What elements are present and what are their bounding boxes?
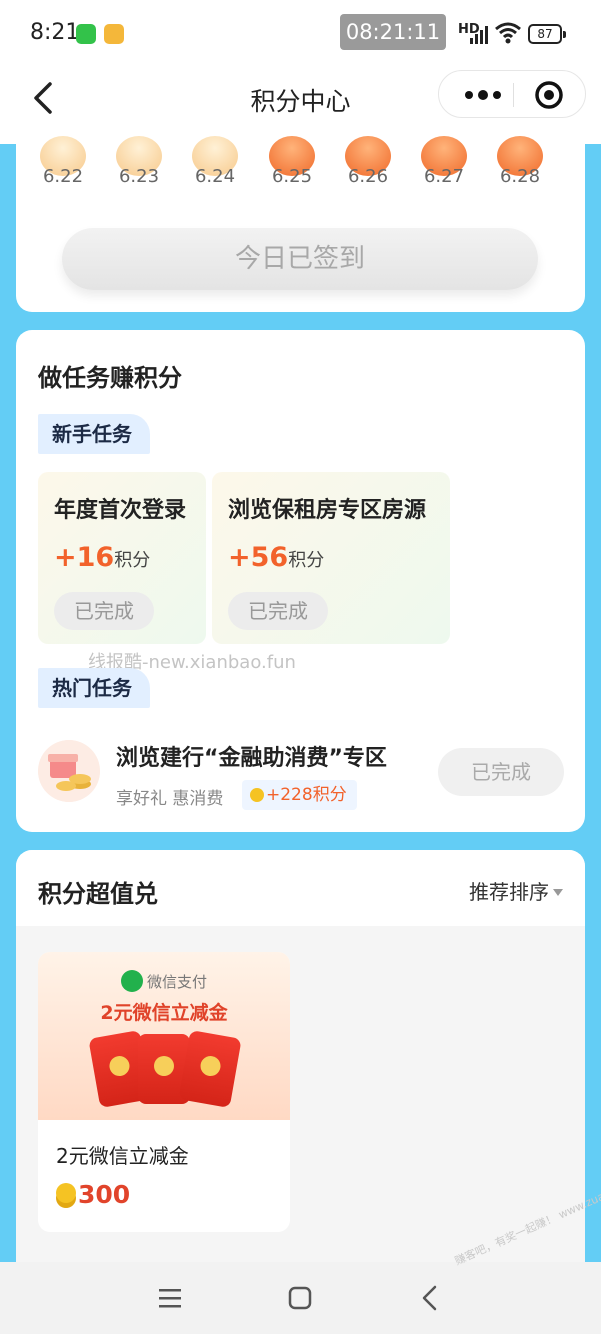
- product-card[interactable]: 微信支付 2元微信立减金 2元微信立减金 300: [38, 952, 290, 1232]
- signal-icon: [470, 26, 488, 44]
- task-points: +56积分: [228, 542, 324, 573]
- day-label: 6.26: [347, 166, 389, 187]
- battery-icon: 87: [528, 24, 566, 44]
- mini-program-capsule: [438, 70, 586, 118]
- task-status-button[interactable]: 已完成: [228, 592, 328, 630]
- gift-coins-icon: [38, 740, 100, 802]
- status-time: 8:21: [30, 20, 80, 45]
- signin-day: 6.28: [495, 136, 545, 187]
- back-triangle-icon[interactable]: [414, 1282, 446, 1314]
- price-value: 300: [78, 1180, 131, 1209]
- signin-button[interactable]: 今日已签到: [62, 228, 538, 290]
- exchange-card: 积分超值兑 推荐排序 微信支付 2元微信立减金 2元微信立减金 300: [16, 850, 585, 1262]
- points-value: +56: [228, 542, 289, 573]
- sort-dropdown[interactable]: 推荐排序: [469, 876, 563, 905]
- day-label: 6.24: [194, 166, 236, 187]
- task-card: 做任务赚积分 新手任务 年度首次登录 +16积分 已完成 浏览保租房专区房源 +…: [16, 330, 585, 832]
- sort-label: 推荐排序: [469, 880, 549, 904]
- signin-day: 6.23: [114, 136, 164, 187]
- coin-icon: [250, 788, 264, 802]
- wechat-pay-icon: [120, 970, 143, 992]
- target-close-icon[interactable]: [533, 79, 565, 111]
- wifi-icon: [495, 22, 521, 44]
- points-value: +16: [54, 542, 115, 573]
- product-name: 2元微信立减金: [56, 1144, 189, 1168]
- day-label: 6.28: [499, 166, 541, 187]
- status-clock: 08:21:11: [340, 14, 446, 50]
- caret-down-icon: [553, 889, 563, 896]
- menu-icon[interactable]: [154, 1282, 186, 1314]
- day-label: 6.25: [271, 166, 313, 187]
- task-tile-browse-housing[interactable]: 浏览保租房专区房源 +56积分 已完成: [212, 472, 450, 644]
- hot-task-subtitle: 享好礼 惠消费: [116, 789, 224, 809]
- points-unit: 积分: [288, 550, 325, 571]
- day-label: 6.27: [423, 166, 465, 187]
- hot-task-tag: 热门任务: [38, 668, 150, 708]
- task-tile-login[interactable]: 年度首次登录 +16积分 已完成: [38, 472, 206, 644]
- hot-task-status-button[interactable]: 已完成: [438, 748, 564, 796]
- day-label: 6.23: [118, 166, 160, 187]
- points-unit: 积分: [114, 550, 151, 571]
- hot-points-value: +228积分: [266, 785, 347, 805]
- product-image: 微信支付 2元微信立减金: [38, 952, 290, 1120]
- envelope-seal: [198, 1054, 223, 1078]
- task-title: 浏览保租房专区房源: [228, 498, 427, 523]
- task-title: 年度首次登录: [54, 498, 187, 523]
- signin-card: 6.22 6.23 6.24 6.25 6.26 6.27 6.28 今日已签到: [16, 136, 585, 312]
- task-status-button[interactable]: 已完成: [54, 592, 154, 630]
- system-nav-bar: [0, 1262, 601, 1334]
- banner-text: 2元微信立减金: [100, 1002, 228, 1024]
- home-square-icon[interactable]: [284, 1282, 316, 1314]
- exchange-title: 积分超值兑: [38, 880, 158, 908]
- envelope-seal: [154, 1056, 174, 1076]
- status-bar: 8:21 08:21:11 HD 87: [0, 0, 601, 68]
- signin-day: 6.22: [38, 136, 88, 187]
- signin-day: 6.25: [267, 136, 317, 187]
- red-envelope-icon: [178, 1030, 242, 1108]
- hot-task-points: +228积分: [242, 780, 357, 810]
- pay-label: 微信支付: [146, 973, 207, 991]
- hot-task-title: 浏览建行“金融助消费”专区: [116, 746, 387, 771]
- envelope-seal: [107, 1054, 132, 1078]
- notes-icon: [104, 24, 124, 44]
- signin-day: 6.26: [343, 136, 393, 187]
- task-section-title: 做任务赚积分: [38, 364, 182, 392]
- signin-day: 6.27: [419, 136, 469, 187]
- capsule-divider: [513, 83, 514, 107]
- newbie-task-tag: 新手任务: [38, 414, 150, 454]
- wechat-icon: [76, 24, 96, 44]
- day-label: 6.22: [42, 166, 84, 187]
- nav-bar: 积分中心: [0, 68, 601, 144]
- task-points: +16积分: [54, 542, 150, 573]
- more-dots-icon[interactable]: [457, 83, 513, 107]
- pay-brand: 微信支付: [38, 970, 290, 992]
- exchange-header: 积分超值兑 推荐排序: [16, 850, 585, 926]
- coin-icon: [56, 1183, 76, 1203]
- signin-day: 6.24: [190, 136, 240, 187]
- product-price: 300: [56, 1180, 130, 1209]
